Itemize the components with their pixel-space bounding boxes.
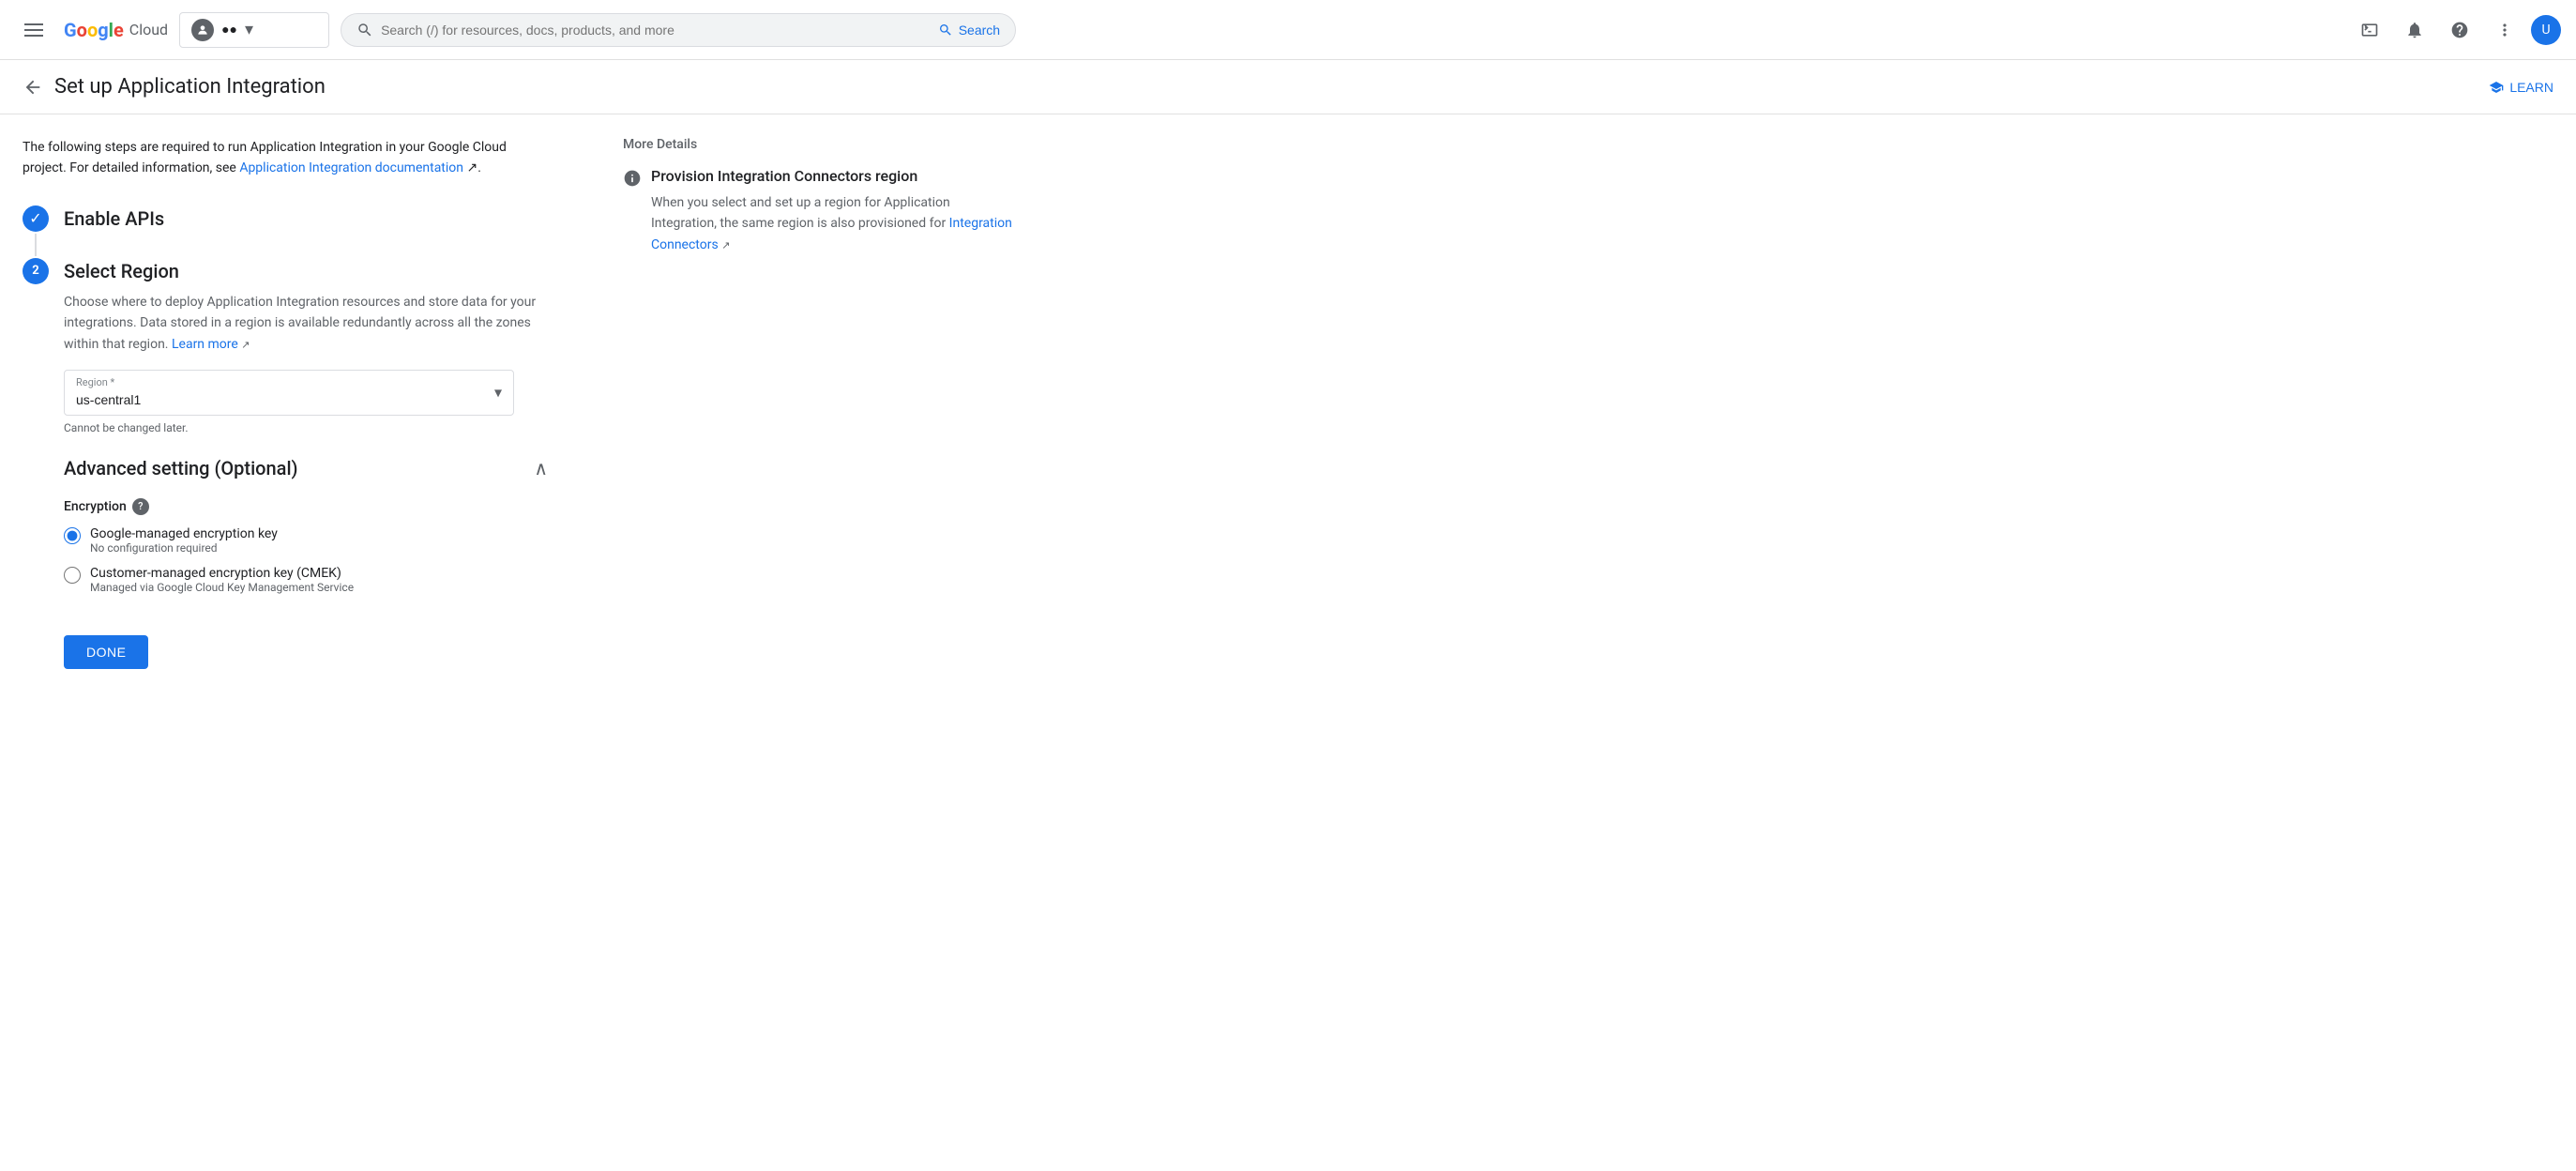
step-1-check-icon: ✓ bbox=[23, 205, 49, 232]
project-selector[interactable]: ●● ▾ bbox=[179, 12, 329, 48]
search-icon bbox=[356, 22, 373, 38]
terminal-button[interactable] bbox=[2351, 11, 2388, 49]
step-2-left: 2 bbox=[23, 258, 49, 284]
learn-button[interactable]: LEARN bbox=[2489, 80, 2553, 95]
detail-card-body: Provision Integration Connectors region … bbox=[651, 167, 1017, 255]
search-btn-icon bbox=[938, 23, 953, 38]
notifications-button[interactable] bbox=[2396, 11, 2433, 49]
advanced-title: Advanced setting (Optional) bbox=[64, 457, 298, 479]
step-2-num-icon: 2 bbox=[23, 258, 49, 284]
customer-managed-sublabel: Managed via Google Cloud Key Management … bbox=[90, 581, 354, 594]
intro-text-after-link: ↗ bbox=[463, 160, 477, 175]
learn-label: LEARN bbox=[2509, 80, 2553, 95]
hamburger-menu-button[interactable] bbox=[15, 11, 53, 49]
customer-managed-radio[interactable] bbox=[64, 567, 81, 584]
project-avatar bbox=[191, 19, 214, 41]
intro-period: . bbox=[477, 160, 481, 175]
top-navigation: Google Cloud ●● ▾ Search bbox=[0, 0, 2576, 60]
user-avatar[interactable]: U bbox=[2531, 15, 2561, 45]
detail-card-description: When you select and set up a region for … bbox=[651, 192, 1017, 255]
main-content: The following steps are required to run … bbox=[0, 114, 2576, 710]
customer-managed-labels: Customer-managed encryption key (CMEK) M… bbox=[90, 566, 354, 594]
step-1-content: Enable APIs bbox=[49, 205, 548, 249]
step-2-content: Select Region Choose where to deploy App… bbox=[49, 258, 548, 688]
back-arrow-icon bbox=[23, 77, 43, 98]
intro-text: The following steps are required to run … bbox=[23, 137, 548, 179]
step-2-row: 2 Select Region Choose where to deploy A… bbox=[23, 258, 548, 688]
project-name: ●● bbox=[221, 22, 237, 38]
search-btn-label: Search bbox=[959, 23, 1000, 38]
region-select[interactable]: us-central1 us-east1 us-west1 europe-wes… bbox=[76, 388, 502, 415]
more-vert-icon bbox=[2495, 21, 2514, 39]
more-details-title: More Details bbox=[623, 137, 1017, 152]
detail-card: Provision Integration Connectors region … bbox=[623, 167, 1017, 255]
encryption-help-icon[interactable]: ? bbox=[132, 498, 149, 515]
encryption-section: Encryption ? Google-managed encryption k… bbox=[64, 498, 548, 594]
page-title: Set up Application Integration bbox=[54, 75, 326, 99]
google-managed-radio[interactable] bbox=[64, 527, 81, 544]
collapse-icon: ∧ bbox=[534, 457, 548, 479]
nav-left: Google Cloud ●● ▾ bbox=[15, 11, 329, 49]
step-2-description: Choose where to deploy Application Integ… bbox=[64, 292, 548, 355]
google-managed-labels: Google-managed encryption key No configu… bbox=[90, 526, 278, 555]
right-panel: More Details Provision Integration Conne… bbox=[623, 137, 1017, 688]
nav-right: U bbox=[2351, 11, 2561, 49]
region-hint: Cannot be changed later. bbox=[64, 421, 548, 434]
back-button[interactable] bbox=[23, 77, 43, 98]
learn-more-link[interactable]: Learn more bbox=[172, 337, 238, 352]
chevron-down-icon: ▾ bbox=[245, 20, 253, 39]
documentation-link[interactable]: Application Integration documentation bbox=[239, 160, 463, 175]
search-bar: Search bbox=[341, 13, 1016, 47]
info-icon bbox=[623, 169, 642, 192]
region-label: Region * bbox=[76, 371, 502, 388]
google-managed-option: Google-managed encryption key No configu… bbox=[64, 526, 548, 555]
cloud-label: Cloud bbox=[129, 21, 168, 38]
done-button[interactable]: DONE bbox=[64, 635, 148, 669]
step-1-title: Enable APIs bbox=[64, 207, 548, 230]
customer-managed-label[interactable]: Customer-managed encryption key (CMEK) bbox=[90, 566, 354, 581]
customer-managed-option: Customer-managed encryption key (CMEK) M… bbox=[64, 566, 548, 594]
page-header: Set up Application Integration LEARN bbox=[0, 60, 2576, 114]
notifications-icon bbox=[2405, 21, 2424, 39]
detail-card-title: Provision Integration Connectors region bbox=[651, 167, 1017, 185]
region-select-wrapper: Region * us-central1 us-east1 us-west1 e… bbox=[64, 370, 514, 416]
encryption-label: Encryption ? bbox=[64, 498, 548, 515]
advanced-setting-header[interactable]: Advanced setting (Optional) ∧ bbox=[64, 442, 548, 494]
help-button[interactable] bbox=[2441, 11, 2478, 49]
region-field: Region * us-central1 us-east1 us-west1 e… bbox=[64, 370, 548, 434]
more-options-button[interactable] bbox=[2486, 11, 2523, 49]
google-managed-sublabel: No configuration required bbox=[90, 541, 278, 555]
hamburger-icon bbox=[24, 23, 43, 37]
help-icon bbox=[2450, 21, 2469, 39]
terminal-icon bbox=[2360, 21, 2379, 39]
step-1-connector-line bbox=[35, 234, 37, 256]
search-button[interactable]: Search bbox=[938, 23, 1000, 38]
step-1-left: ✓ bbox=[23, 205, 49, 258]
step-2-title: Select Region bbox=[64, 260, 548, 282]
step-1-row: ✓ Enable APIs bbox=[23, 205, 548, 258]
google-cloud-logo: Google Cloud bbox=[64, 19, 168, 41]
search-input[interactable] bbox=[381, 23, 931, 38]
left-panel: The following steps are required to run … bbox=[23, 137, 548, 688]
google-managed-label[interactable]: Google-managed encryption key bbox=[90, 526, 278, 541]
graduation-cap-icon bbox=[2489, 80, 2504, 95]
